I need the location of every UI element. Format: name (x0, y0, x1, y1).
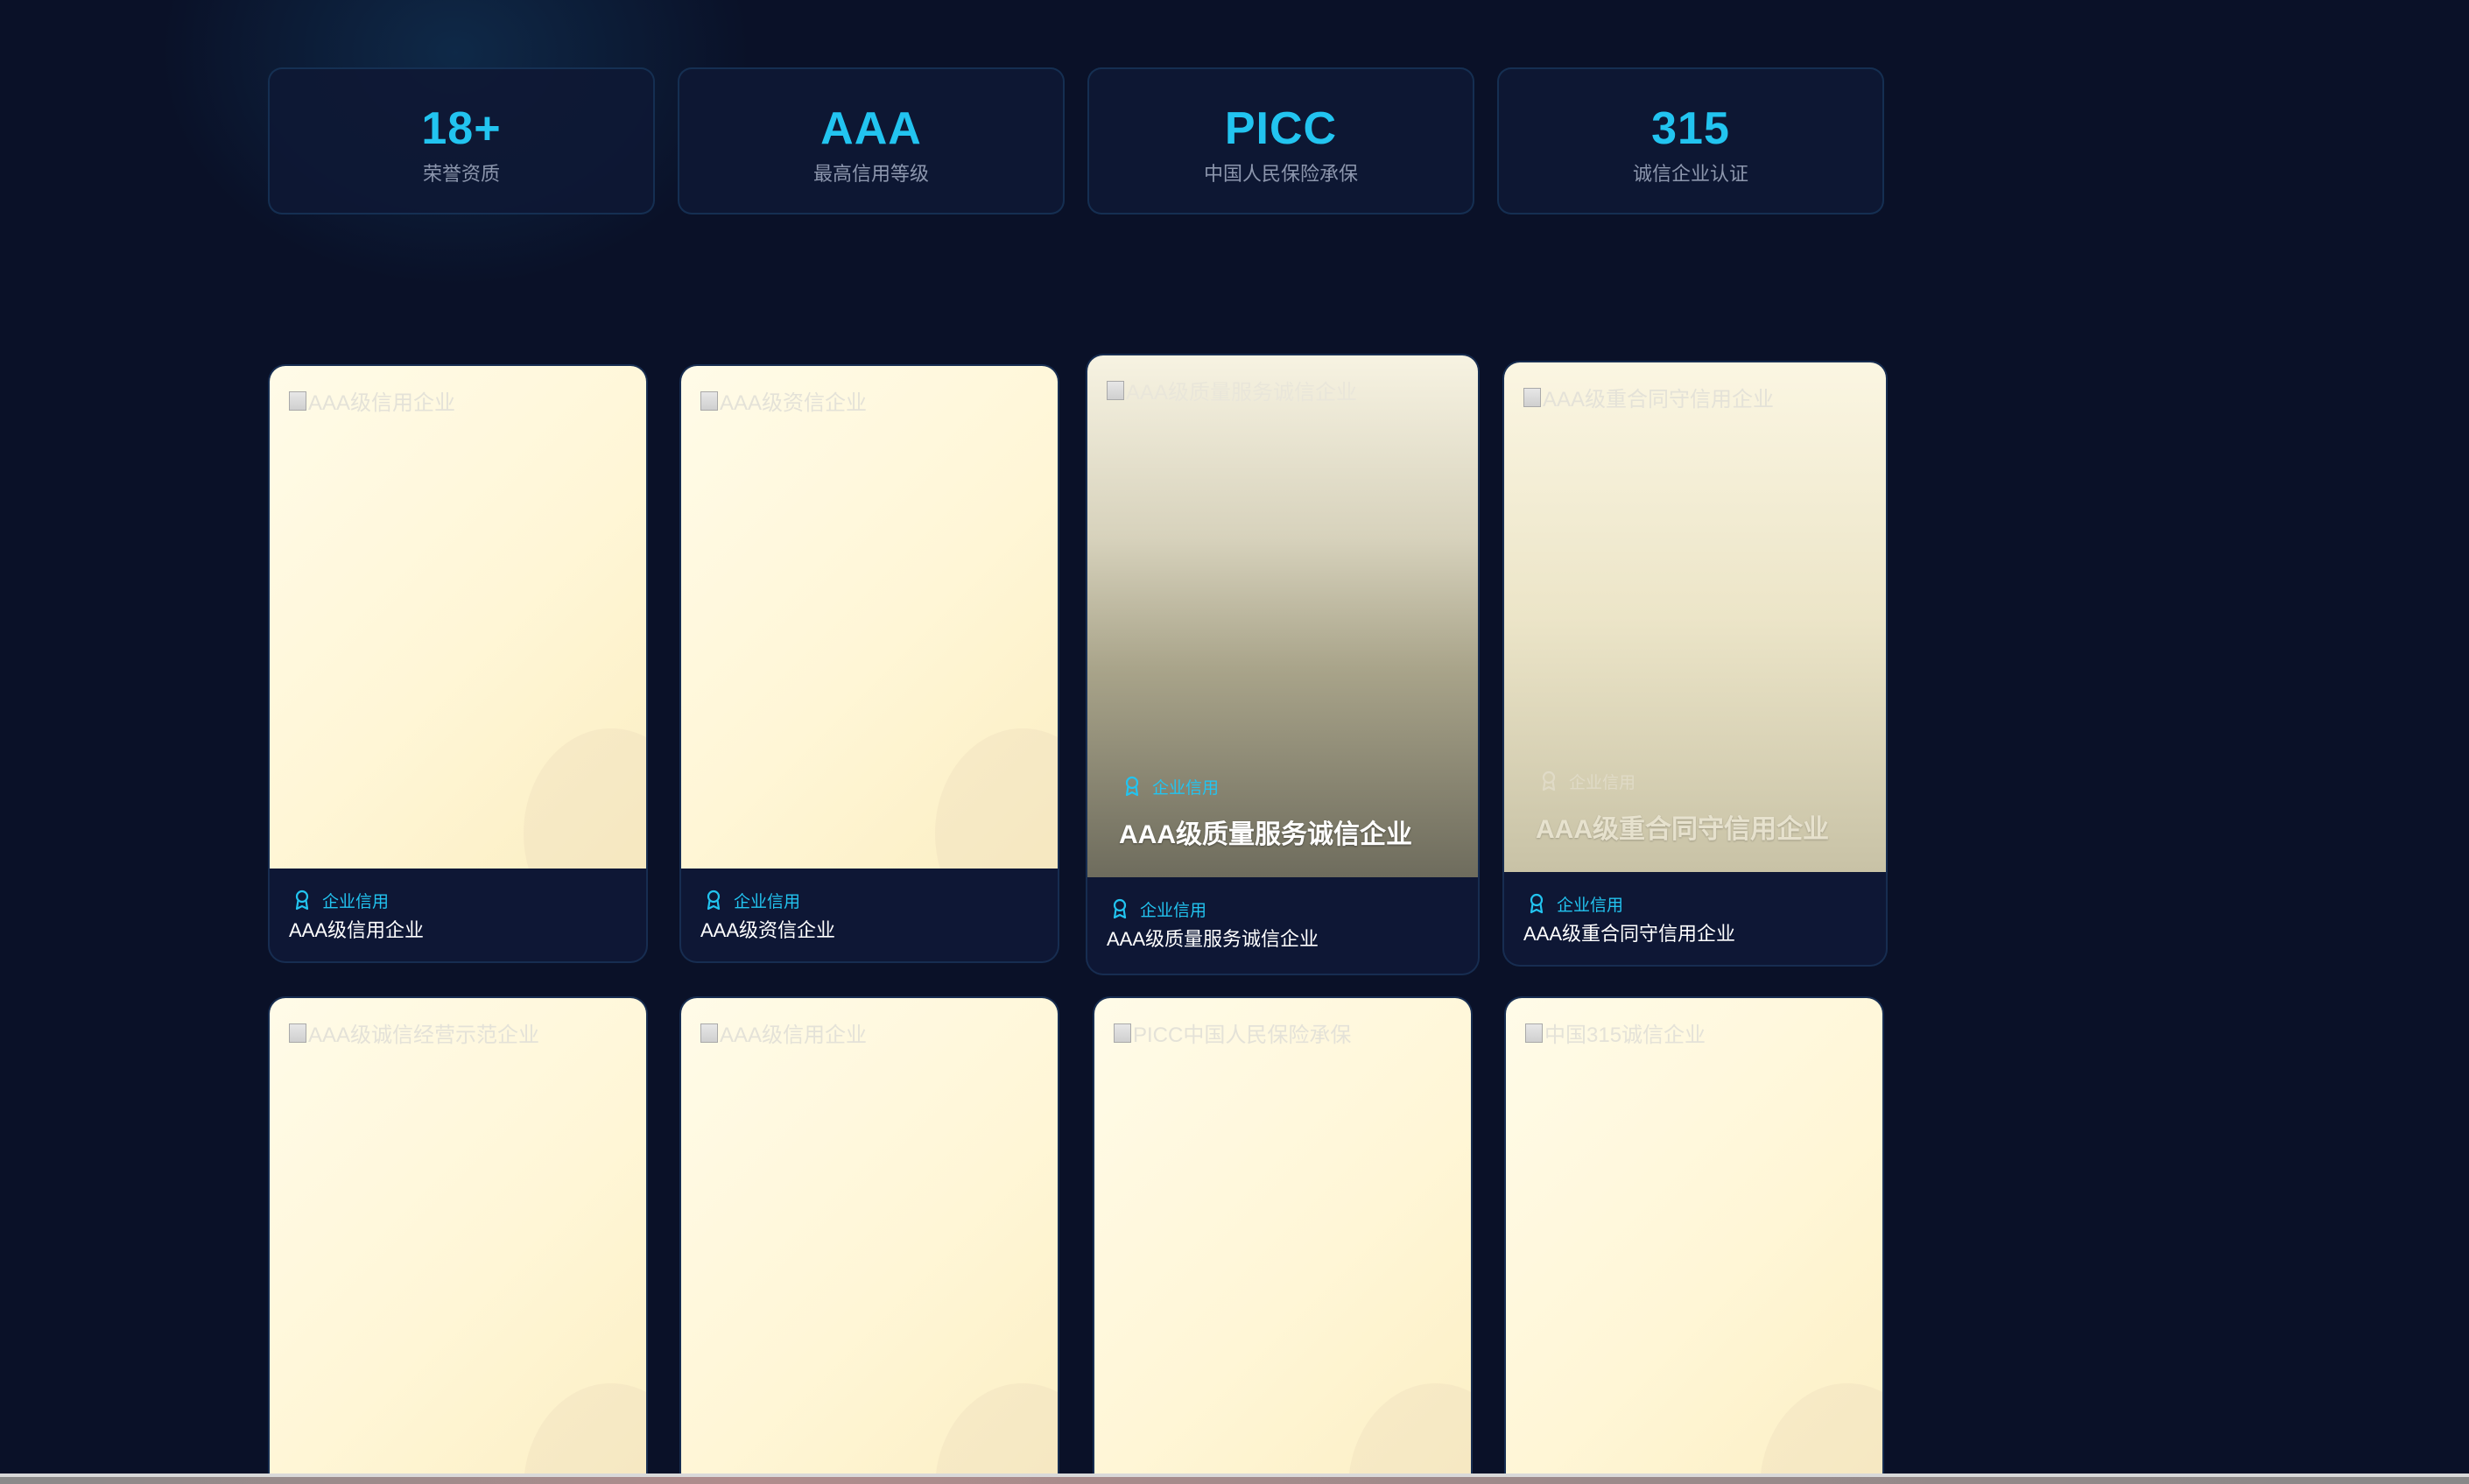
honor-card[interactable]: AAA级资信企业 企业信用 AAA级资信企业 (679, 364, 1059, 963)
broken-image-icon (700, 1023, 718, 1043)
image-overlay: 企业信用 AAA级重合同守信用企业 (1536, 770, 1829, 846)
broken-image-icon (700, 390, 718, 411)
stat-card-315: 315 诚信企业认证 (1497, 67, 1884, 215)
honor-image[interactable]: AAA级资信企业 (681, 366, 1058, 869)
stat-card-insurance: PICC 中国人民保险承保 (1087, 67, 1474, 215)
honor-image[interactable]: AAA级质量服务诚信企业 企业信用 AAA级质量服务诚信企业 (1087, 355, 1478, 877)
honor-tag-label: 企业信用 (322, 892, 390, 911)
award-ribbon-icon (295, 890, 309, 911)
stats-row: 18+ 荣誉资质 AAA 最高信用等级 PICC 中国人民保险承保 315 诚信… (268, 67, 1886, 216)
stat-label: 最高信用等级 (812, 163, 929, 185)
broken-image-icon (1523, 387, 1541, 407)
stat-card-credit-level: AAA 最高信用等级 (678, 67, 1065, 215)
award-ribbon-icon (707, 890, 721, 911)
honor-tag: 企业信用 (289, 890, 627, 911)
overlay-tag-label: 企业信用 (1569, 773, 1636, 792)
honor-card-hovered[interactable]: AAA级质量服务诚信企业 企业信用 AAA级质量服务诚信企业 企业信用 AAA级… (1086, 354, 1480, 975)
honor-image[interactable]: AAA级诚信经营示范企业 (270, 998, 646, 1484)
honor-image[interactable]: AAA级信用企业 (270, 366, 646, 869)
honor-image[interactable]: AAA级重合同守信用企业 企业信用 AAA级重合同守信用企业 (1504, 362, 1886, 872)
stat-value: 18+ (421, 103, 502, 154)
overlay-tag: 企业信用 (1536, 770, 1829, 792)
scrollbar-thumb[interactable] (0, 1477, 2469, 1484)
honor-card[interactable]: AAA级重合同守信用企业 企业信用 AAA级重合同守信用企业 企业信用 AAA级… (1502, 361, 1888, 967)
honor-image[interactable]: PICC中国人民保险承保 (1094, 998, 1471, 1484)
stat-card-honors: 18+ 荣誉资质 (268, 67, 655, 215)
overlay-title: AAA级质量服务诚信企业 (1119, 820, 1412, 849)
honor-tag-label: 企业信用 (1557, 896, 1624, 915)
honor-title: AAA级资信企业 (700, 919, 836, 941)
award-ribbon-icon (1125, 776, 1139, 797)
award-ribbon-icon (1530, 893, 1544, 914)
honor-tag-label: 企业信用 (734, 892, 801, 911)
honor-card[interactable]: AAA级信用企业 (679, 996, 1059, 1484)
honor-meta: 企业信用 AAA级资信企业 (681, 869, 1058, 961)
stat-value: AAA (820, 103, 922, 154)
broken-image-icon (289, 390, 306, 411)
honor-card[interactable]: AAA级信用企业 企业信用 AAA级信用企业 (268, 364, 648, 963)
image-alt-text: AAA级资信企业 (720, 391, 868, 415)
award-ribbon-icon (1542, 770, 1556, 791)
honor-tag-label: 企业信用 (1140, 901, 1207, 920)
overlay-tag-label: 企业信用 (1152, 778, 1220, 798)
image-alt-text: AAA级信用企业 (308, 391, 456, 415)
horizontal-scrollbar[interactable] (0, 1473, 2469, 1484)
image-alt-text: AAA级质量服务诚信企业 (1126, 381, 1358, 404)
honors-page: 18+ 荣誉资质 AAA 最高信用等级 PICC 中国人民保险承保 315 诚信… (0, 0, 2469, 1484)
award-ribbon-icon (1113, 898, 1127, 919)
stat-label: 诚信企业认证 (1632, 163, 1748, 185)
honor-card[interactable]: PICC中国人民保险承保 (1093, 996, 1473, 1484)
honor-meta: 企业信用 AAA级重合同守信用企业 (1504, 872, 1886, 965)
broken-image-icon (1114, 1023, 1131, 1043)
honor-tag: 企业信用 (1523, 893, 1867, 915)
image-alt-text: AAA级重合同守信用企业 (1543, 388, 1775, 411)
stat-value: 315 (1651, 103, 1730, 154)
image-alt-text: AAA级信用企业 (720, 1023, 868, 1047)
honor-title: AAA级质量服务诚信企业 (1107, 928, 1319, 950)
broken-image-icon (289, 1023, 306, 1043)
image-alt-text: 中国315诚信企业 (1544, 1023, 1706, 1047)
overlay-tag: 企业信用 (1119, 776, 1412, 798)
stat-label: 荣誉资质 (422, 163, 500, 185)
stat-label: 中国人民保险承保 (1203, 163, 1358, 185)
honor-meta: 企业信用 AAA级信用企业 (270, 869, 646, 961)
honor-card[interactable]: AAA级诚信经营示范企业 (268, 996, 648, 1484)
honor-tag: 企业信用 (1107, 898, 1459, 920)
honor-card[interactable]: 中国315诚信企业 (1504, 996, 1884, 1484)
honor-meta: 企业信用 AAA级质量服务诚信企业 (1087, 877, 1478, 972)
honor-title: AAA级信用企业 (289, 919, 425, 941)
honor-image[interactable]: AAA级信用企业 (681, 998, 1058, 1484)
honor-title: AAA级重合同守信用企业 (1523, 923, 1736, 945)
overlay-title: AAA级重合同守信用企业 (1536, 815, 1829, 844)
honor-image[interactable]: 中国315诚信企业 (1506, 998, 1882, 1484)
image-alt-text: PICC中国人民保险承保 (1133, 1023, 1352, 1047)
honor-tag: 企业信用 (700, 890, 1038, 911)
broken-image-icon (1107, 380, 1124, 400)
image-overlay: 企业信用 AAA级质量服务诚信企业 (1119, 776, 1412, 851)
stat-value: PICC (1224, 103, 1338, 154)
broken-image-icon (1525, 1023, 1543, 1043)
image-alt-text: AAA级诚信经营示范企业 (308, 1023, 540, 1047)
